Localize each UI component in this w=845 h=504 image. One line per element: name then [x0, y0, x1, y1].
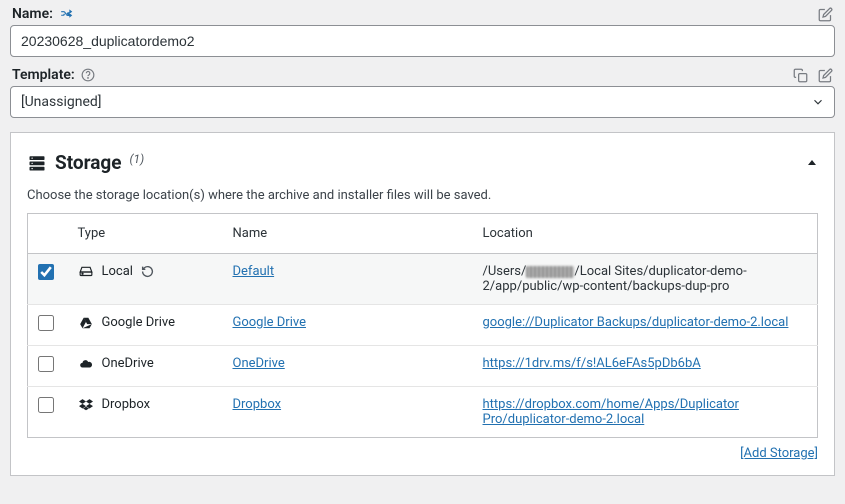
col-location: Location	[473, 214, 818, 254]
cloud-icon	[78, 357, 94, 371]
type-label: Dropbox	[102, 397, 151, 412]
storage-name-link[interactable]: Default	[233, 264, 275, 279]
col-type: Type	[68, 214, 223, 254]
location-link[interactable]: https://1drv.ms/f/s!AL6eFAs5pDb6bA	[483, 356, 701, 371]
server-icon	[27, 154, 47, 172]
row-checkbox[interactable]	[38, 264, 54, 280]
help-icon[interactable]	[81, 68, 95, 82]
table-row: Dropbox Dropbox https://dropbox.com/home/A…	[28, 387, 818, 438]
table-row: Local Default/Users//Local Sites/duplicat…	[28, 254, 818, 305]
hdd-icon	[78, 265, 94, 279]
type-label: OneDrive	[102, 356, 154, 371]
row-checkbox[interactable]	[38, 315, 54, 331]
storage-title: Storage	[55, 151, 122, 174]
gdrive-icon	[78, 316, 94, 330]
storage-table: Type Name Location Local Default/Users//L…	[27, 213, 818, 438]
type-label: Google Drive	[102, 315, 175, 330]
storage-panel: Storage (1) Choose the storage location(…	[10, 132, 835, 476]
storage-panel-header[interactable]: Storage (1)	[27, 151, 818, 174]
location-text: /Users//Local Sites/duplicator-demo-2/ap…	[473, 254, 818, 305]
col-name: Name	[223, 214, 473, 254]
storage-name-link[interactable]: Dropbox	[233, 397, 282, 412]
add-storage-link[interactable]: [Add Storage]	[740, 446, 818, 461]
template-field: Template: [Unassigned]	[10, 67, 835, 118]
location-link[interactable]: https://dropbox.com/home/Apps/Duplicator…	[483, 397, 739, 427]
refresh-icon[interactable]	[141, 265, 154, 278]
name-field: Name:	[10, 6, 835, 57]
template-select[interactable]: [Unassigned]	[10, 86, 835, 118]
copy-icon[interactable]	[793, 68, 808, 83]
table-row: Google Drive Google Drive google://Duplica…	[28, 305, 818, 346]
dropbox-icon	[78, 398, 94, 412]
type-label: Local	[102, 264, 133, 279]
storage-description: Choose the storage location(s) where the…	[27, 188, 818, 203]
row-checkbox[interactable]	[38, 356, 54, 372]
name-input[interactable]	[10, 25, 835, 57]
edit-icon[interactable]	[818, 7, 833, 22]
shuffle-icon[interactable]	[59, 7, 75, 21]
storage-name-link[interactable]: OneDrive	[233, 356, 285, 371]
name-label: Name:	[12, 6, 53, 22]
collapse-icon[interactable]	[806, 157, 818, 169]
storage-count: (1)	[130, 152, 145, 166]
edit-icon[interactable]	[818, 68, 833, 83]
location-link[interactable]: google://Duplicator Backups/duplicator-d…	[483, 315, 789, 330]
template-label: Template:	[12, 67, 75, 83]
table-row: OneDrive OneDrive https://1drv.ms/f/s!AL6e…	[28, 346, 818, 387]
storage-name-link[interactable]: Google Drive	[233, 315, 306, 330]
row-checkbox[interactable]	[38, 397, 54, 413]
redacted-segment	[526, 266, 574, 278]
